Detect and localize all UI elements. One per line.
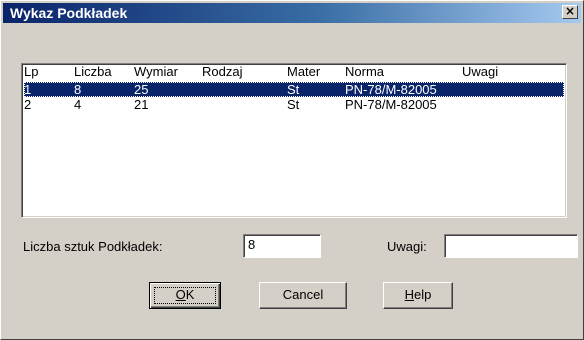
cell-lp: 1 xyxy=(24,82,32,97)
ok-button[interactable]: OK xyxy=(149,282,221,309)
column-header-liczba: Liczba xyxy=(74,64,112,79)
list-header: Lp Liczba Wymiar Rodzaj Mater Norma Uwag… xyxy=(22,64,566,79)
list-row[interactable]: 1 8 25 St PN-78/M-82005 xyxy=(24,82,564,97)
column-header-lp: Lp xyxy=(24,64,39,79)
cell-norma: PN-78/M-82005 xyxy=(345,82,437,97)
help-button-label: Help xyxy=(404,287,432,302)
ok-button-label: OK xyxy=(175,287,195,302)
column-header-uwagi: Uwagi xyxy=(462,64,499,79)
washer-list[interactable]: Lp Liczba Wymiar Rodzaj Mater Norma Uwag… xyxy=(21,63,567,218)
dialog-window: Wykaz Podkładek × Lp Liczba Wymiar Rodza… xyxy=(0,0,584,340)
cell-lp: 2 xyxy=(24,97,32,112)
help-button[interactable]: Help xyxy=(383,282,453,309)
list-row[interactable]: 2 4 21 St PN-78/M-82005 xyxy=(22,97,566,112)
column-header-rodzaj: Rodzaj xyxy=(202,64,243,79)
count-field[interactable]: 8 xyxy=(243,234,321,258)
column-header-mater: Mater xyxy=(287,64,321,79)
column-header-norma: Norma xyxy=(345,64,385,79)
title-bar[interactable]: Wykaz Podkładek × xyxy=(3,3,581,23)
cell-mater: St xyxy=(287,82,300,97)
cell-mater: St xyxy=(287,97,300,112)
cancel-button[interactable]: Cancel xyxy=(259,282,347,309)
cell-norma: PN-78/M-82005 xyxy=(345,97,437,112)
notes-label: Uwagi: xyxy=(387,239,427,254)
cell-wymiar: 21 xyxy=(134,97,149,112)
cell-wymiar: 25 xyxy=(134,82,149,97)
count-label: Liczba sztuk Podkładek: xyxy=(23,239,163,254)
cell-liczba: 4 xyxy=(74,97,82,112)
close-icon[interactable]: × xyxy=(562,5,578,19)
cancel-button-label: Cancel xyxy=(282,287,324,302)
cell-liczba: 8 xyxy=(74,82,82,97)
column-header-wymiar: Wymiar xyxy=(134,64,178,79)
notes-field[interactable] xyxy=(444,234,578,258)
window-title: Wykaz Podkładek xyxy=(10,5,128,21)
